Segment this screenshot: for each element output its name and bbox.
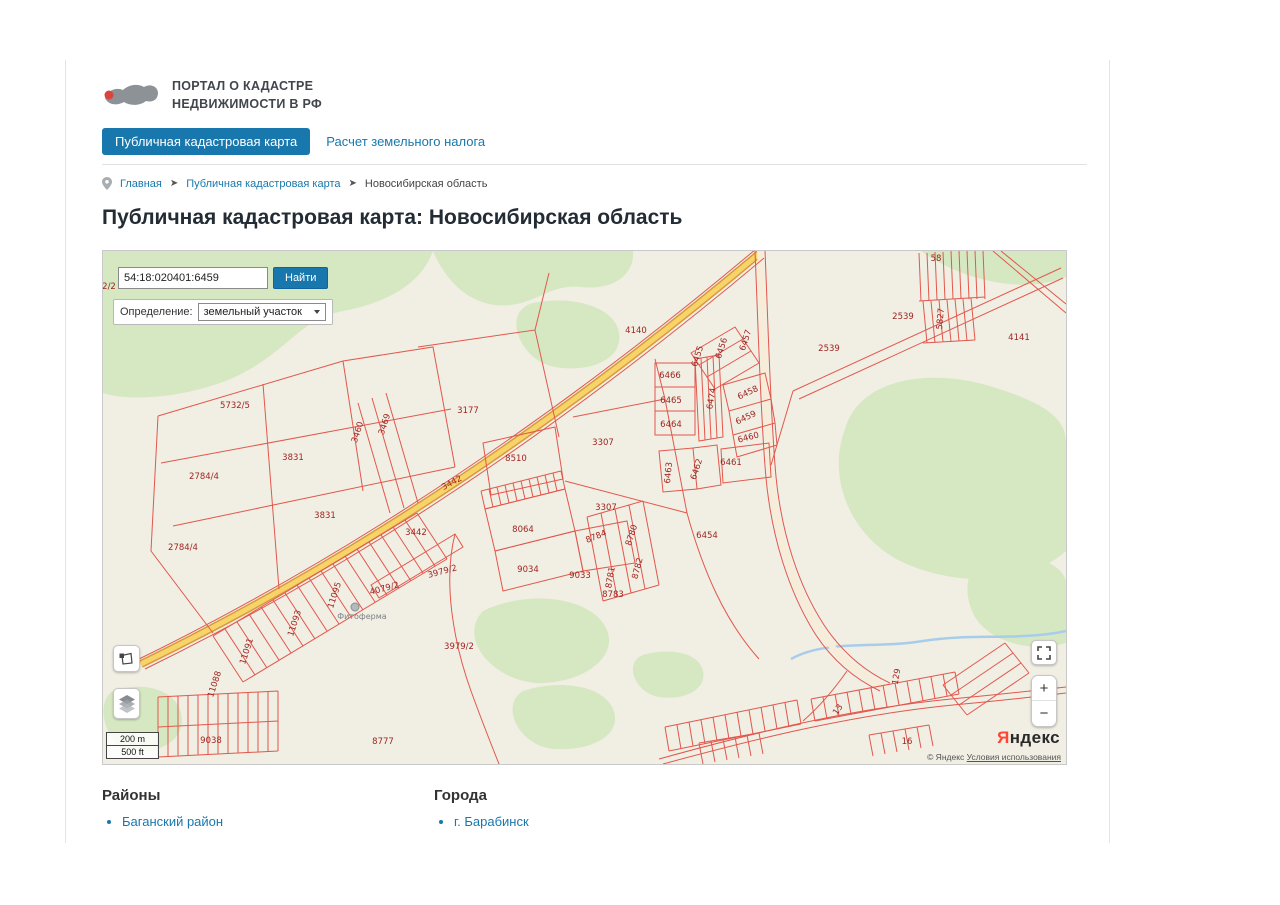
measure-area-icon (119, 651, 134, 666)
list-item: Баганский район (122, 814, 434, 829)
parcel-label: 5827 (935, 308, 947, 330)
page-title: Публичная кадастровая карта: Новосибирск… (102, 206, 1109, 230)
definition-select[interactable]: земельный участок (198, 303, 326, 321)
breadcrumb-map[interactable]: Публичная кадастровая карта (186, 178, 340, 190)
parcel-label: 5732/5 (220, 401, 250, 411)
main-tabs: Публичная кадастровая карта Расчет земел… (102, 128, 1087, 165)
parcel-label: 8783 (602, 590, 624, 600)
parcel-label: 4140 (625, 326, 647, 336)
parcel-label: 2/2 (103, 282, 116, 292)
region-links: Районы Баганский район Города г. Барабин… (102, 787, 1109, 829)
parcel-label: 4141 (1008, 333, 1030, 343)
parcel-label: 8510 (505, 454, 527, 464)
parcel-label: 8777 (372, 737, 394, 747)
parcel-label: 6465 (660, 396, 682, 406)
site-title: ПОРТАЛ О КАДАСТРЕ НЕДВИЖИМОСТИ В РФ (172, 77, 322, 113)
district-link-bagansky[interactable]: Баганский район (122, 814, 223, 829)
list-item: г. Барабинск (454, 814, 529, 829)
districts-section: Районы Баганский район (102, 787, 434, 829)
breadcrumb-home[interactable]: Главная (120, 178, 162, 190)
place-marker-fitoferma (351, 603, 359, 611)
breadcrumb-separator: ➤ (349, 178, 357, 189)
zoom-in-button[interactable]: + (1032, 676, 1056, 701)
parcel-label: 6454 (696, 531, 718, 541)
map-widget: 2/2 4140 2539 2539 4141 58 5827 5732/5 3177 3831 2… (102, 250, 1067, 765)
terms-of-use-link[interactable]: Условия использования (967, 752, 1061, 762)
yandex-logo-rest: ндекс (1010, 728, 1060, 747)
parcel-label: 6464 (660, 420, 682, 430)
measure-area-button[interactable] (113, 645, 140, 672)
parcel-label: 6463 (663, 462, 675, 484)
breadcrumb-separator: ➤ (170, 178, 178, 189)
location-pin-icon (102, 177, 112, 190)
zoom-control: + − (1031, 675, 1057, 727)
parcel-label: 9033 (569, 571, 591, 581)
map-attribution: © Яндекс Условия использования (927, 752, 1061, 762)
copyright-text: © Яндекс (927, 752, 964, 762)
russia-map-logo-icon (102, 78, 160, 112)
cities-section: Города г. Барабинск (434, 787, 529, 829)
breadcrumb-current: Новосибирская область (365, 178, 488, 190)
parcel-label: 58 (931, 254, 942, 264)
parcel-label: 3831 (282, 453, 304, 463)
parcel-label: 9038 (200, 736, 222, 746)
cadastral-search-panel: Найти (118, 267, 328, 289)
districts-heading: Районы (102, 787, 434, 804)
definition-panel: Определение: земельный участок (113, 299, 333, 325)
parcel-label: Фитоферма (337, 612, 387, 621)
parcel-label: 8064 (512, 525, 534, 535)
parcel-label: 2784/4 (189, 472, 219, 482)
parcel-label: 3831 (314, 511, 336, 521)
parcel-label: 2539 (892, 312, 914, 322)
scale-metric: 200 m (107, 733, 158, 746)
parcel-label: 3307 (595, 503, 617, 513)
parcel-label: 6461 (720, 458, 742, 468)
yandex-logo[interactable]: Яндекс (997, 728, 1060, 748)
fullscreen-button[interactable] (1031, 640, 1057, 665)
definition-selected-value: земельный участок (204, 306, 302, 318)
map-canvas[interactable]: 2/2 4140 2539 2539 4141 58 5827 5732/5 3177 3831 2… (103, 251, 1066, 764)
parcel-label: 3442 (405, 528, 427, 538)
city-link-barabinsk[interactable]: г. Барабинск (454, 814, 529, 829)
parcel-label: 6466 (659, 371, 681, 381)
search-button[interactable]: Найти (273, 267, 328, 289)
chevron-down-icon (314, 310, 320, 314)
parcel-label: 3177 (457, 406, 479, 416)
layers-button[interactable] (113, 688, 140, 719)
tab-public-cadastral-map[interactable]: Публичная кадастровая карта (102, 128, 310, 155)
site-header: ПОРТАЛ О КАДАСТРЕ НЕДВИЖИМОСТИ В РФ (102, 74, 1109, 116)
cadastral-number-input[interactable] (118, 267, 268, 289)
parcel-label: 2539 (818, 344, 840, 354)
content-column: ПОРТАЛ О КАДАСТРЕ НЕДВИЖИМОСТИ В РФ Публ… (65, 60, 1110, 843)
page: ПОРТАЛ О КАДАСТРЕ НЕДВИЖИМОСТИ В РФ Публ… (0, 0, 1280, 905)
cities-heading: Города (434, 787, 529, 804)
zoom-out-button[interactable]: − (1032, 701, 1056, 726)
parcel-label: 3307 (592, 438, 614, 448)
parcel-label: 16 (902, 737, 913, 747)
fullscreen-icon (1037, 646, 1051, 660)
layers-icon (119, 695, 135, 713)
map-scale-bar: 200 m 500 ft (106, 732, 159, 759)
parcel-label: 2784/4 (168, 543, 198, 553)
parcel-label: 3979/2 (444, 642, 474, 652)
breadcrumb: Главная ➤ Публичная кадастровая карта ➤ … (102, 177, 1109, 190)
parcel-label: 9034 (517, 565, 539, 575)
yandex-logo-ya: Я (997, 728, 1010, 747)
tab-land-tax-calc[interactable]: Расчет земельного налога (322, 128, 489, 155)
scale-imperial: 500 ft (107, 746, 158, 758)
definition-label: Определение: (120, 306, 193, 318)
